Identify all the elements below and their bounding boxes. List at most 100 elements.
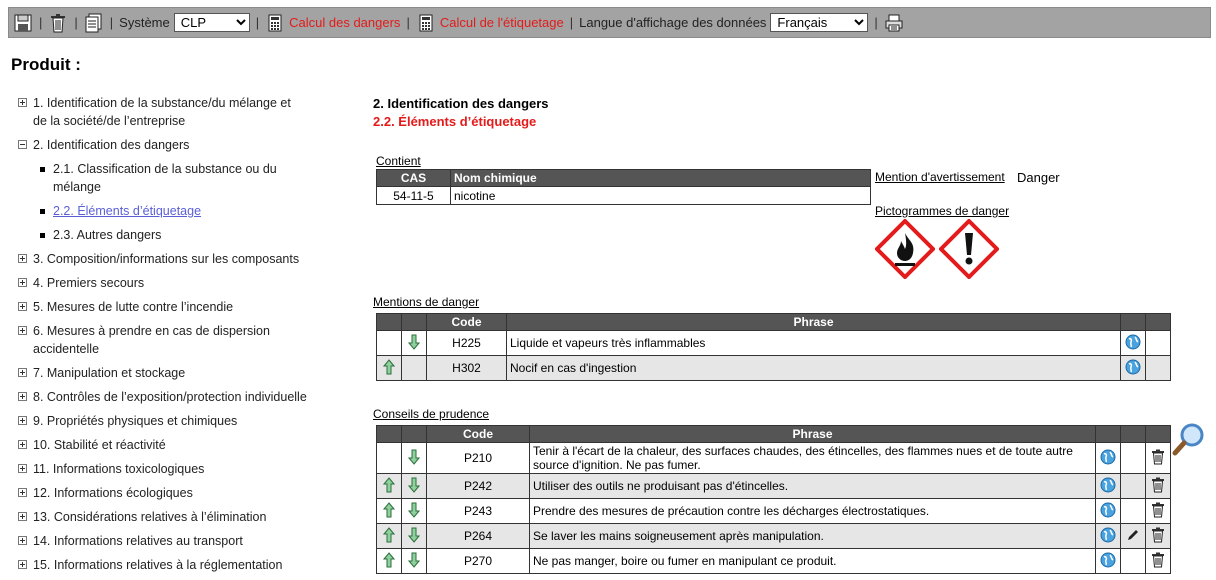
arrow-up-icon[interactable] <box>382 526 396 543</box>
delete-cell[interactable] <box>1145 523 1171 549</box>
toc-item[interactable]: 6. Mesures à prendre en cas de dispersio… <box>18 322 308 358</box>
document-icon[interactable] <box>84 12 104 34</box>
delete-cell[interactable] <box>1145 548 1171 574</box>
langue-select[interactable]: Français <box>770 13 869 32</box>
expand-icon[interactable] <box>18 278 27 287</box>
toc-subitem[interactable]: 2.2. Éléments d’étiquetage <box>18 202 308 220</box>
edit-cell <box>1120 473 1146 499</box>
calcul-dangers-link[interactable]: Calcul des dangers <box>289 15 400 30</box>
trash-icon[interactable] <box>48 12 68 34</box>
expand-icon[interactable] <box>18 368 27 377</box>
translate-cell[interactable] <box>1120 330 1146 356</box>
move-up-cell[interactable] <box>376 473 402 499</box>
bullet-icon <box>40 233 45 238</box>
globe-icon[interactable] <box>1100 527 1116 543</box>
expand-icon[interactable] <box>18 560 27 569</box>
arrow-down-icon[interactable] <box>407 527 421 543</box>
toc-item[interactable]: 13. Considérations relatives à l’élimina… <box>18 508 308 526</box>
expand-icon[interactable] <box>18 512 27 521</box>
toc-subitem[interactable]: 2.1. Classification de la substance ou d… <box>18 160 308 196</box>
expand-icon[interactable] <box>18 416 27 425</box>
toc-item[interactable]: 5. Mesures de lutte contre l’incendie <box>18 298 308 316</box>
translate-cell[interactable] <box>1095 442 1121 474</box>
translate-cell[interactable] <box>1095 523 1121 549</box>
move-down-cell[interactable] <box>401 442 427 474</box>
delete-cell[interactable] <box>1145 473 1171 499</box>
arrow-up-icon[interactable] <box>382 551 396 568</box>
expand-icon[interactable] <box>18 464 27 473</box>
pencil-icon[interactable] <box>1126 528 1140 544</box>
trash-icon[interactable] <box>1151 527 1165 543</box>
move-up-cell[interactable] <box>376 498 402 524</box>
globe-icon[interactable] <box>1100 552 1116 568</box>
table-row: P242 Utiliser des outils ne produisant pa… <box>376 473 1171 499</box>
save-icon[interactable] <box>13 12 33 34</box>
expand-icon[interactable] <box>18 392 27 401</box>
trash-icon[interactable] <box>1151 449 1165 465</box>
trash-icon[interactable] <box>1151 477 1165 493</box>
arrow-down-icon[interactable] <box>407 449 421 465</box>
move-down-cell[interactable] <box>401 498 427 524</box>
arrow-down-icon[interactable] <box>407 334 421 350</box>
toc-item[interactable]: 2. Identification des dangers <box>18 136 308 154</box>
arrow-down-icon[interactable] <box>407 552 421 568</box>
move-down-cell[interactable] <box>401 548 427 574</box>
calculator-icon[interactable] <box>265 12 285 34</box>
delete-cell[interactable] <box>1145 442 1171 474</box>
globe-icon[interactable] <box>1100 502 1116 518</box>
expand-icon[interactable] <box>18 488 27 497</box>
move-down-cell[interactable] <box>401 473 427 499</box>
header-cell <box>401 425 427 443</box>
move-up-cell[interactable] <box>376 548 402 574</box>
table-row: H225 Liquide et vapeurs très inflammables <box>376 330 1171 356</box>
arrow-down-icon[interactable] <box>407 502 421 518</box>
expand-icon[interactable] <box>18 536 27 545</box>
toc-item[interactable]: 9. Propriétés physiques et chimiques <box>18 412 308 430</box>
expand-icon[interactable] <box>18 302 27 311</box>
globe-icon[interactable] <box>1125 359 1141 375</box>
toc-item[interactable]: 3. Composition/informations sur les comp… <box>18 250 308 268</box>
toc-subitem[interactable]: 2.3. Autres dangers <box>18 226 308 244</box>
calcul-etiquetage-link[interactable]: Calcul de l'étiquetage <box>440 15 564 30</box>
trash-icon[interactable] <box>1151 502 1165 518</box>
arrow-up-icon[interactable] <box>382 476 396 493</box>
delete-cell[interactable] <box>1145 498 1171 524</box>
translate-cell[interactable] <box>1095 473 1121 499</box>
toolbar-separator: | <box>406 15 410 30</box>
move-down-cell[interactable] <box>401 523 427 549</box>
expand-icon[interactable] <box>18 440 27 449</box>
move-down-cell[interactable] <box>401 330 427 356</box>
move-up-cell[interactable] <box>376 523 402 549</box>
expand-icon[interactable] <box>18 326 27 335</box>
systeme-select[interactable]: CLP <box>173 13 250 32</box>
phrase-cell: Ne pas manger, boire ou fumer en manipul… <box>529 548 1096 574</box>
calculator-icon[interactable] <box>416 12 436 34</box>
translate-cell[interactable] <box>1120 355 1146 381</box>
toc-item[interactable]: 4. Premiers secours <box>18 274 308 292</box>
arrow-down-icon[interactable] <box>407 477 421 493</box>
toc-item[interactable]: 15. Informations relatives à la réglemen… <box>18 556 308 574</box>
trash-icon[interactable] <box>1151 552 1165 568</box>
phrase-cell: Nocif en cas d'ingestion <box>506 355 1121 381</box>
edit-cell[interactable] <box>1120 523 1146 549</box>
move-up-cell[interactable] <box>376 355 402 381</box>
arrow-up-icon[interactable] <box>382 501 396 518</box>
expand-icon[interactable] <box>18 254 27 263</box>
toc-item[interactable]: 7. Manipulation et stockage <box>18 364 308 382</box>
toc-item[interactable]: 12. Informations écologiques <box>18 484 308 502</box>
collapse-icon[interactable] <box>18 140 27 149</box>
toc-item[interactable]: 10. Stabilité et réactivité <box>18 436 308 454</box>
arrow-up-icon[interactable] <box>382 358 396 375</box>
printer-icon[interactable] <box>884 12 904 34</box>
magnifier-icon[interactable] <box>1172 422 1206 456</box>
toc-item[interactable]: 14. Informations relatives au transport <box>18 532 308 550</box>
toc-item[interactable]: 8. Contrôles de l’exposition/protection … <box>18 388 308 406</box>
expand-icon[interactable] <box>18 98 27 107</box>
toc-item[interactable]: 11. Informations toxicologiques <box>18 460 308 478</box>
globe-icon[interactable] <box>1100 449 1116 465</box>
translate-cell[interactable] <box>1095 548 1121 574</box>
globe-icon[interactable] <box>1125 334 1141 350</box>
translate-cell[interactable] <box>1095 498 1121 524</box>
globe-icon[interactable] <box>1100 477 1116 493</box>
toc-item[interactable]: 1. Identification de la substance/du mél… <box>18 94 308 130</box>
